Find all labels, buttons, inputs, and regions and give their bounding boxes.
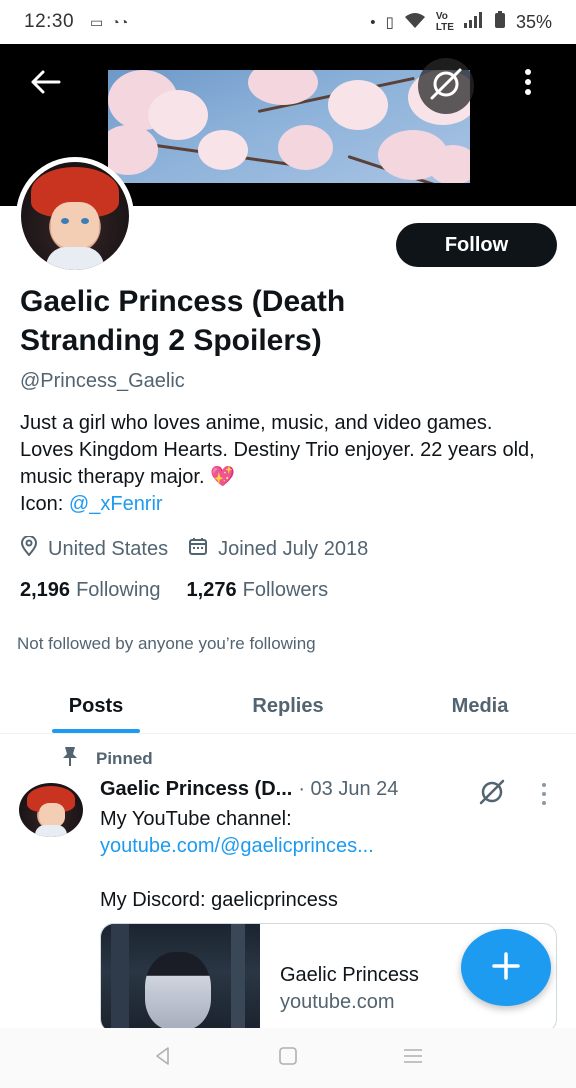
status-time: 12:30 [24,11,75,32]
tab-media[interactable]: Media [384,680,576,733]
more-vertical-icon [524,68,532,101]
location-pin-icon [20,535,38,562]
tab-label: Posts [68,695,124,717]
following-count[interactable]: 2,196 Following [20,579,161,602]
handle: @Princess_Gaelic [20,370,185,392]
menu-lines-icon [402,1047,424,1070]
battery-icon [494,11,506,33]
signal-icon [463,12,484,32]
arrow-left-icon [31,70,61,99]
more-options-button[interactable] [508,64,548,104]
location: United States [20,535,169,562]
banner-image[interactable] [108,70,470,183]
tab-replies[interactable]: Replies [192,680,384,733]
more-vertical-icon-dot [542,782,546,787]
square-home-icon [278,1046,298,1071]
avatar-image [21,162,129,270]
post-more-button[interactable] [536,780,552,808]
back-button[interactable] [26,64,66,104]
sparkling-heart-emoji: 💖 [210,466,235,488]
status-notification-icons: ▭ ◔◔ [90,14,128,31]
more-vertical-icon-dot [542,791,546,796]
followers-label: Followers [242,579,329,601]
follow-button[interactable]: Follow [396,223,557,267]
screen-record-icon: ▭ [90,13,104,30]
pin-icon [60,745,80,772]
calendar-icon [188,536,208,562]
profile-tabs: Posts Replies Media [0,680,576,734]
status-bar: 12:30 ▭ ◔◔ • ▯ Vo LTE 35% [0,0,576,44]
not-followed-notice: Not followed by anyone you’re following [17,634,316,653]
post-link[interactable]: youtube.com/@gaelicprinces... [100,833,540,860]
bio-text: Just a girl who loves anime, music, and … [20,412,535,488]
more-vertical-icon-dot [542,801,546,806]
post-body: My YouTube channel: youtube.com/@gaelicp… [100,806,540,914]
follow-counts: 2,196 Following 1,276 Followers [20,579,354,602]
post-author-name[interactable]: Gaelic Princess (D... [100,778,292,801]
nav-recents-button[interactable] [393,1038,433,1078]
battery-percent: 35% [515,11,552,32]
profile-avatar[interactable] [16,157,134,275]
post-author-avatar[interactable] [19,783,83,837]
bio-icon-prefix: Icon: [20,493,69,515]
joined-text: Joined July 2018 [218,537,369,560]
location-text: United States [48,537,169,560]
triangle-back-icon [153,1046,173,1071]
post-line: My YouTube channel: [100,808,292,830]
followers-count[interactable]: 1,276 Followers [187,579,329,602]
card-title: Gaelic Princess [280,964,419,986]
grok-icon [429,67,463,106]
post-line: My Discord: gaelicprincess [100,889,338,911]
pinned-indicator: Pinned [60,745,153,772]
active-tab-indicator [52,729,140,733]
nav-back-button[interactable] [143,1038,183,1078]
joined-date: Joined July 2018 [188,536,368,562]
post-grok-button[interactable] [478,778,506,806]
bio: Just a girl who loves anime, music, and … [20,410,550,518]
tab-posts[interactable]: Posts [0,680,192,733]
bio-mention-link[interactable]: @_xFenrir [69,493,163,515]
post-date[interactable]: · 03 Jun 24 [298,778,398,801]
incognito-icon: ◔◔ [111,13,129,30]
status-right-icons: • ▯ Vo LTE 35% [370,11,552,33]
tab-label: Replies [252,695,324,717]
compose-button[interactable] [461,929,551,1006]
card-domain: youtube.com [280,991,395,1013]
profile-meta: United States Joined July 2018 [20,535,388,562]
following-label: Following [76,579,161,601]
following-number: 2,196 [20,579,71,601]
pinned-label: Pinned [96,748,153,768]
volte-icon: Vo LTE [435,11,454,33]
card-text: Gaelic Princess youtube.com [260,924,419,1032]
system-navigation-bar [0,1028,576,1088]
nav-home-button[interactable] [268,1038,308,1078]
plus-icon [492,952,520,983]
wifi-icon [404,11,426,33]
vibrate-icon: ▯ [385,14,394,31]
display-name: Gaelic Princess (Death Stranding 2 Spoil… [20,285,346,357]
card-thumbnail [101,924,260,1032]
tab-label: Media [451,695,509,717]
grok-button[interactable] [418,58,474,114]
followers-number: 1,276 [186,579,237,601]
dot-icon: • [370,13,376,31]
post-header: Gaelic Princess (D... · 03 Jun 24 [100,778,398,801]
